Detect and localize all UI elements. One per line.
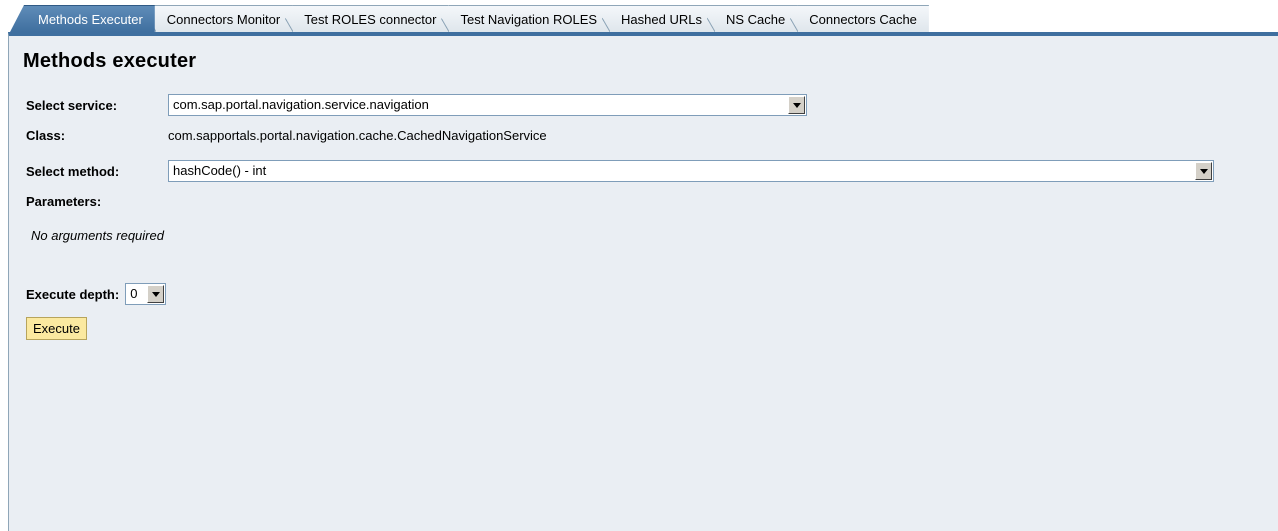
depth-label: Execute depth: — [26, 286, 120, 302]
chevron-down-icon[interactable] — [147, 285, 165, 303]
depth-row: Execute depth: 0 — [26, 283, 167, 305]
chevron-down-icon[interactable] — [788, 96, 805, 114]
tab-connectors-cache[interactable]: Connectors Cache — [783, 5, 929, 32]
tab-test-roles-connector[interactable]: Test ROLES connector — [278, 5, 449, 32]
service-select-value: com.sap.portal.navigation.service.naviga… — [173, 97, 429, 112]
tab-test-navigation-roles[interactable]: Test Navigation ROLES — [434, 5, 610, 32]
chevron-down-icon[interactable] — [1195, 162, 1212, 180]
class-row: Class: com.sapportals.portal.navigation.… — [26, 128, 547, 143]
depth-select-value: 0 — [130, 286, 138, 301]
main-panel: Methods executer Select service: com.sap… — [8, 32, 1278, 531]
method-select-value: hashCode() - int — [173, 163, 267, 178]
tab-connectors-monitor[interactable]: Connectors Monitor — [140, 5, 293, 32]
method-label: Select method: — [26, 163, 120, 179]
method-select[interactable]: hashCode() - int — [168, 160, 1214, 182]
method-row: Select method: hashCode() - int — [26, 160, 1214, 182]
class-label: Class: — [26, 128, 66, 143]
parameters-note-row: No arguments required — [31, 228, 164, 243]
tab-hashed-urls[interactable]: Hashed URLs — [595, 5, 714, 32]
no-arguments-note: No arguments required — [31, 228, 164, 243]
parameters-label: Parameters: — [26, 194, 102, 209]
depth-select[interactable]: 0 — [125, 283, 167, 305]
tab-methods-executer[interactable]: Methods Executer — [10, 5, 155, 32]
page-title: Methods executer — [23, 50, 197, 72]
service-row: Select service: com.sap.portal.navigatio… — [26, 94, 807, 116]
tab-strip: Methods Executer Connectors Monitor Test… — [10, 5, 929, 32]
parameters-row: Parameters: — [26, 194, 168, 209]
service-select[interactable]: com.sap.portal.navigation.service.naviga… — [168, 94, 807, 116]
execute-button[interactable]: Execute — [26, 317, 87, 340]
service-label: Select service: — [26, 97, 118, 113]
tab-ns-cache[interactable]: NS Cache — [699, 5, 798, 32]
class-value: com.sapportals.portal.navigation.cache.C… — [168, 128, 547, 143]
